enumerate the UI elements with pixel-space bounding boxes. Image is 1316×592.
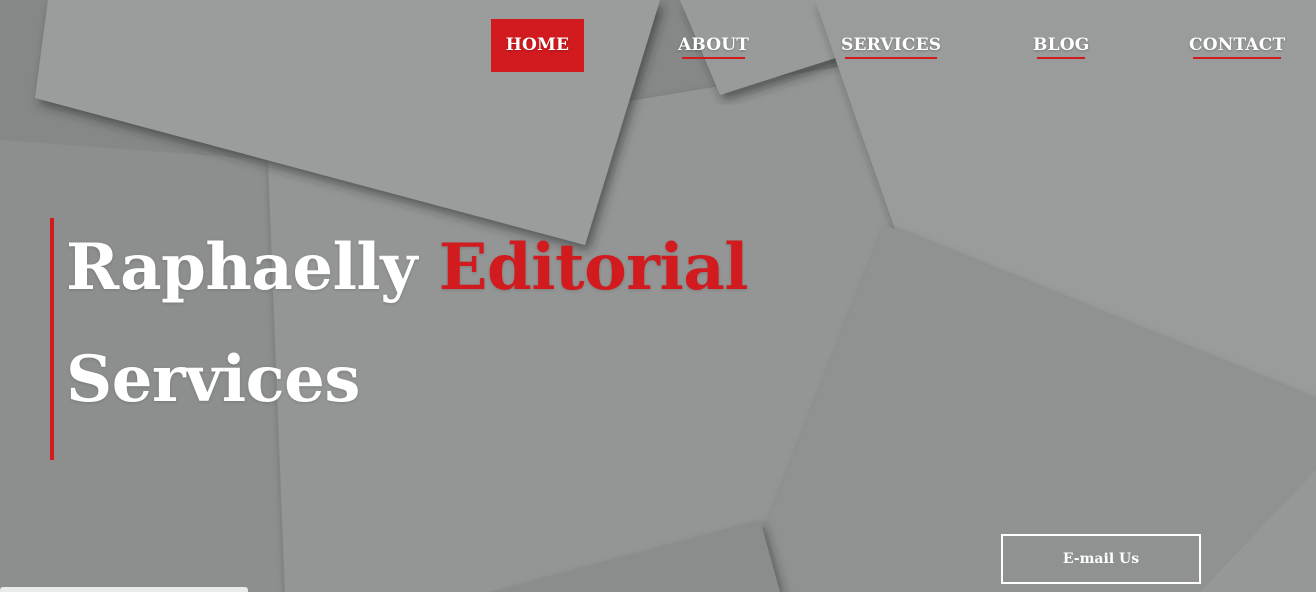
- nav-link-services[interactable]: SERVICES: [841, 19, 941, 72]
- nav-link-contact[interactable]: CONTACT: [1189, 19, 1285, 72]
- nav-link-services-label: SERVICES: [841, 35, 942, 55]
- hero-title-line-1: Raphaelly Editorial: [66, 212, 749, 324]
- nav-link-contact-label: CONTACT: [1189, 35, 1286, 55]
- nav-underline: [682, 57, 746, 59]
- main-navigation: HOME ABOUT SERVICES BLOG CONTACT: [491, 19, 1316, 72]
- hero-title-accent: Editorial: [438, 230, 749, 305]
- nav-link-about[interactable]: ABOUT: [678, 19, 749, 72]
- hero-title-name: Raphaelly: [66, 230, 417, 305]
- email-us-button[interactable]: E-mail Us: [1001, 534, 1201, 584]
- hero-title: Raphaelly Editorial Services: [66, 230, 749, 436]
- nav-link-home[interactable]: HOME: [491, 19, 584, 72]
- nav-link-home-label: HOME: [505, 35, 570, 55]
- headline-accent-bar: [50, 218, 54, 460]
- hero-title-line-2: Services: [66, 342, 360, 417]
- nav-underline: [1037, 57, 1086, 59]
- nav-link-blog-label: BLOG: [1033, 35, 1090, 55]
- nav-underline: [845, 57, 938, 59]
- nav-underline: [1193, 57, 1282, 59]
- nav-link-blog[interactable]: BLOG: [1033, 19, 1089, 72]
- bottom-tab-edge: [0, 587, 248, 592]
- nav-link-about-label: ABOUT: [678, 35, 750, 55]
- hero-section: HOME ABOUT SERVICES BLOG CONTACT Raphael…: [0, 0, 1316, 592]
